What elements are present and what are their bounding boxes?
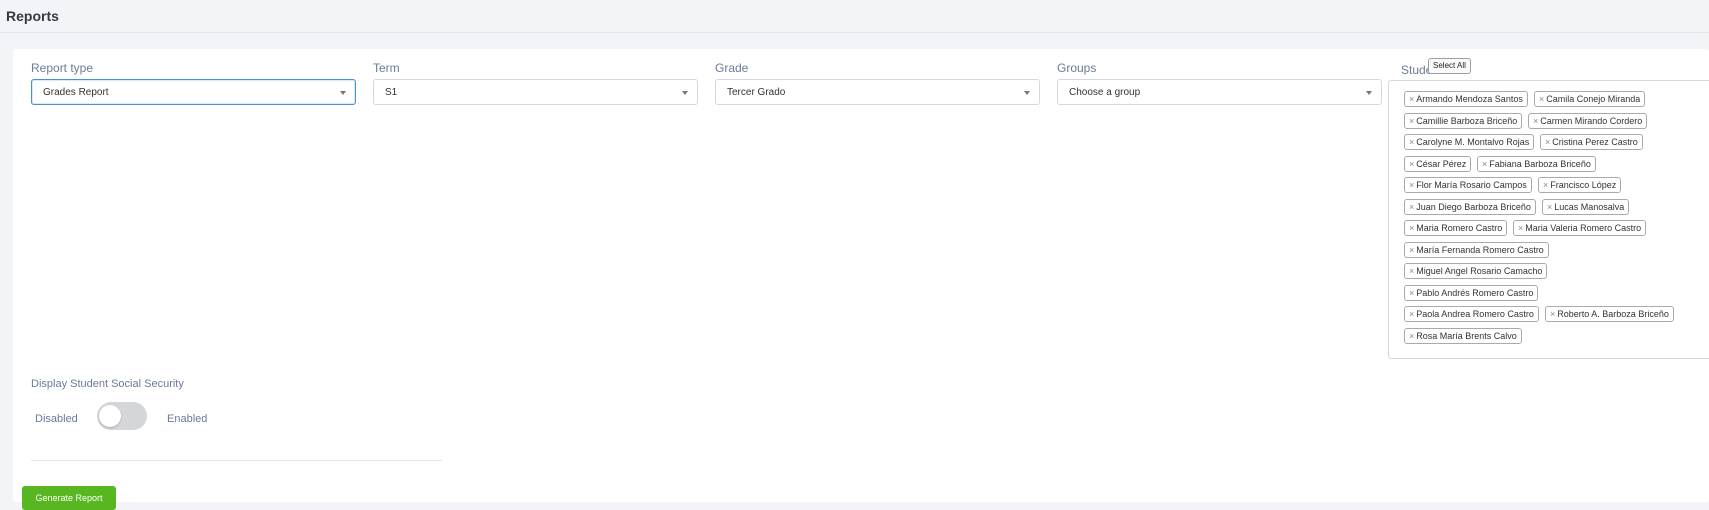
close-icon[interactable]: × (1514, 221, 1525, 235)
grade-label: Grade (715, 61, 749, 75)
student-chip: × Rosa María Brents Calvo (1404, 328, 1522, 344)
chevron-down-icon (340, 91, 346, 95)
student-chip: × Flor María Rosario Campos (1404, 177, 1532, 193)
close-icon[interactable]: × (1539, 178, 1550, 192)
close-icon[interactable]: × (1405, 92, 1416, 106)
student-chip: × Juan Diego Barboza Briceño (1404, 199, 1536, 215)
student-chip-label: Lucas Manosalva (1554, 202, 1625, 212)
close-icon[interactable]: × (1543, 200, 1554, 214)
term-label: Term (373, 61, 400, 75)
chevron-down-icon (682, 91, 688, 95)
student-chip: × Pablo Andrés Romero Castro (1404, 285, 1539, 301)
ssn-toggle[interactable] (97, 402, 147, 430)
student-chip: × Armando Mendoza Santos (1404, 91, 1528, 107)
close-icon[interactable]: × (1405, 178, 1416, 192)
student-chip-label: Juan Diego Barboza Briceño (1416, 202, 1531, 212)
close-icon[interactable]: × (1546, 307, 1557, 321)
generate-report-button[interactable]: Generate Report (22, 486, 116, 510)
close-icon[interactable]: × (1405, 221, 1416, 235)
form-divider (31, 460, 442, 461)
student-chip-label: Roberto A. Barboza Briceño (1557, 309, 1669, 319)
student-chip-label: Armando Mendoza Santos (1416, 94, 1523, 104)
student-chip-label: Pablo Andrés Romero Castro (1416, 288, 1534, 298)
student-chip-label: Maria Valeria Romero Castro (1525, 223, 1642, 233)
title-divider (0, 32, 1709, 33)
close-icon[interactable]: × (1405, 307, 1416, 321)
report-type-select[interactable]: Grades Report (31, 79, 356, 105)
student-chip-label: César Pérez (1416, 159, 1467, 169)
toggle-knob (99, 405, 121, 427)
close-icon[interactable]: × (1529, 114, 1540, 128)
student-chip: × Maria Valeria Romero Castro (1513, 220, 1647, 236)
student-chip: × Roberto A. Barboza Briceño (1545, 306, 1674, 322)
close-icon[interactable]: × (1405, 243, 1416, 257)
close-icon[interactable]: × (1541, 135, 1552, 149)
term-select[interactable]: S1 (373, 79, 698, 105)
student-chip: × Carolyne M. Montalvo Rojas (1404, 134, 1535, 150)
report-type-value: Grades Report (43, 86, 109, 98)
close-icon[interactable]: × (1478, 157, 1489, 171)
student-chip-label: Rosa María Brents Calvo (1416, 331, 1517, 341)
student-chip-label: Cristina Perez Castro (1552, 137, 1638, 147)
student-chip-label: María Fernanda Romero Castro (1416, 245, 1544, 255)
student-chip-label: Miguel Angel Rosario Camacho (1416, 266, 1543, 276)
student-chip: × Paola Andrea Romero Castro (1404, 306, 1539, 322)
term-value: S1 (385, 86, 398, 98)
student-chip: × Carmen Mirando Cordero (1528, 113, 1648, 129)
grade-select[interactable]: Tercer Grado (715, 79, 1040, 105)
grade-value: Tercer Grado (727, 86, 786, 98)
close-icon[interactable]: × (1405, 286, 1416, 300)
student-chip-label: Francisco López (1550, 180, 1617, 190)
student-chip: × Camillie Barboza Briceño (1404, 113, 1523, 129)
student-chip-label: Camila Conejo Miranda (1546, 94, 1641, 104)
student-chip: × César Pérez (1404, 156, 1472, 172)
report-type-label: Report type (31, 61, 94, 75)
student-chip: × Miguel Angel Rosario Camacho (1404, 263, 1548, 279)
groups-select[interactable]: Choose a group (1057, 79, 1382, 105)
student-chip-label: Carmen Mirando Cordero (1540, 116, 1643, 126)
student-chip-label: Paola Andrea Romero Castro (1416, 309, 1534, 319)
student-chip: × Fabiana Barboza Briceño (1477, 156, 1596, 172)
student-chip-label: Carolyne M. Montalvo Rojas (1416, 137, 1530, 147)
close-icon[interactable]: × (1405, 200, 1416, 214)
close-icon[interactable]: × (1405, 264, 1416, 278)
close-icon[interactable]: × (1405, 157, 1416, 171)
close-icon[interactable]: × (1535, 92, 1546, 106)
ssn-disabled-label: Disabled (35, 413, 78, 425)
student-chip: × Cristina Perez Castro (1540, 134, 1643, 150)
student-chip: × Lucas Manosalva (1542, 199, 1630, 215)
chevron-down-icon (1024, 91, 1030, 95)
student-chip: × María Fernanda Romero Castro (1404, 242, 1549, 258)
page-title: Reports (6, 8, 59, 24)
student-chip-label: Flor María Rosario Campos (1416, 180, 1527, 190)
ssn-enabled-label: Enabled (167, 413, 208, 425)
close-icon[interactable]: × (1405, 135, 1416, 149)
groups-placeholder: Choose a group (1069, 86, 1141, 98)
student-chip-label: Maria Romero Castro (1416, 223, 1503, 233)
chevron-down-icon (1366, 91, 1372, 95)
student-chip-label: Fabiana Barboza Briceño (1489, 159, 1591, 169)
student-multiselect[interactable]: × Armando Mendoza Santos × Camila Conejo Mi… (1388, 80, 1709, 359)
student-chip: × Maria Romero Castro (1404, 220, 1508, 236)
student-chip: × Francisco López (1538, 177, 1622, 193)
ssn-label: Display Student Social Security (31, 378, 184, 390)
student-chip: × Camila Conejo Miranda (1534, 91, 1646, 107)
student-chip-label: Camillie Barboza Briceño (1416, 116, 1518, 126)
close-icon[interactable]: × (1405, 329, 1416, 343)
groups-label: Groups (1057, 61, 1097, 75)
select-all-button[interactable]: Select All (1428, 58, 1471, 74)
close-icon[interactable]: × (1405, 114, 1416, 128)
